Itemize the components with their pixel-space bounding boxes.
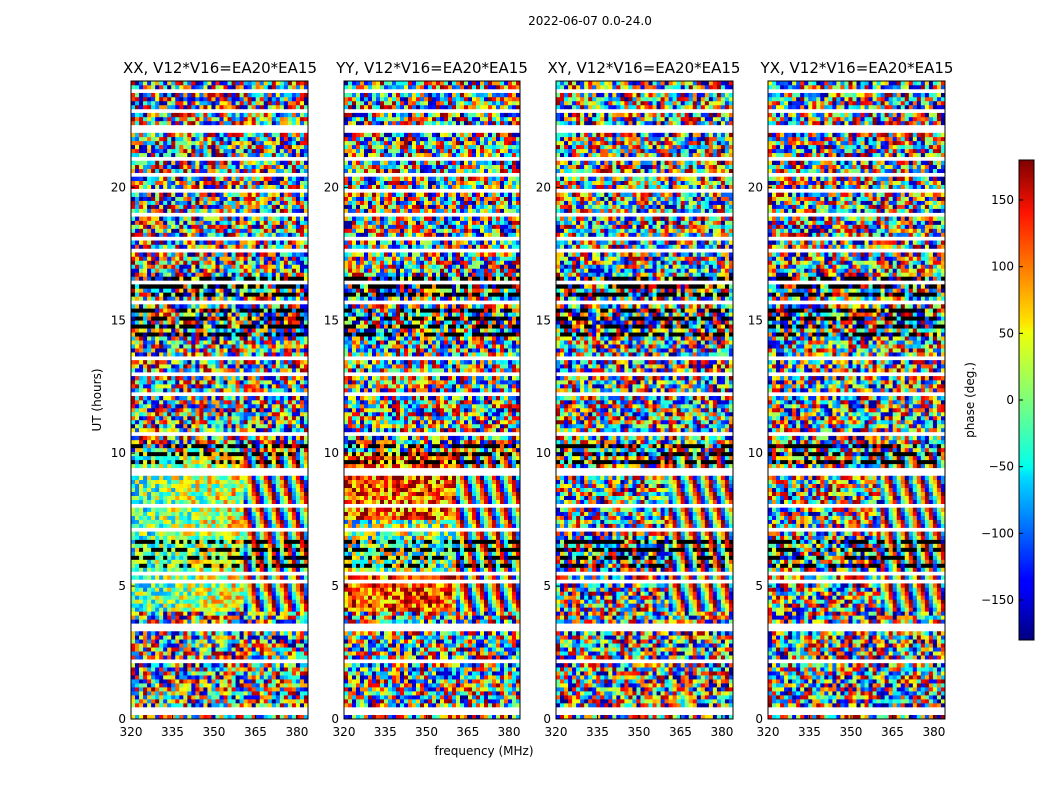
y-tick-label: 10 bbox=[324, 446, 339, 460]
colorbar-tick-label: 150 bbox=[991, 193, 1014, 207]
panel-xx: XX, V12*V16=EA20*EA15 320 335 350 365 380 0 5… bbox=[111, 59, 317, 739]
y-tick-label: 20 bbox=[324, 180, 339, 194]
colorbar: 150 100 50 0 −50 −100 −150 phase (deg.) bbox=[963, 159, 1035, 641]
colorbar-tick-label: 50 bbox=[999, 326, 1014, 340]
colorbar-tick-label: 0 bbox=[1006, 393, 1014, 407]
x-tick-label: 350 bbox=[840, 725, 863, 739]
y-tick-label: 5 bbox=[543, 579, 551, 593]
y-tick-label: 0 bbox=[118, 712, 126, 726]
x-tick-label: 365 bbox=[244, 725, 267, 739]
x-tick-label: 365 bbox=[456, 725, 479, 739]
x-tick-label: 335 bbox=[161, 725, 184, 739]
x-tick-label: 335 bbox=[586, 725, 609, 739]
y-tick-label: 5 bbox=[331, 579, 339, 593]
x-tick-label: 380 bbox=[285, 725, 308, 739]
phase-spectrogram-figure: XX, V12*V16=EA20*EA15 320 335 350 365 380 0 5… bbox=[90, 59, 1035, 758]
panel-title: YX, V12*V16=EA20*EA15 bbox=[760, 59, 954, 77]
x-tick-label: 335 bbox=[798, 725, 821, 739]
panel-title: XX, V12*V16=EA20*EA15 bbox=[123, 59, 317, 77]
y-tick-label: 20 bbox=[748, 180, 763, 194]
x-tick-label: 320 bbox=[120, 725, 143, 739]
x-tick-label: 335 bbox=[374, 725, 397, 739]
panel-yy: YY, V12*V16=EA20*EA15 320 335 350 365 380 0 5… bbox=[324, 59, 528, 739]
x-tick-label: 365 bbox=[669, 725, 692, 739]
x-tick-label: 380 bbox=[710, 725, 733, 739]
y-tick-label: 20 bbox=[536, 180, 551, 194]
y-tick-label: 15 bbox=[324, 313, 339, 327]
y-tick-label: 15 bbox=[748, 313, 763, 327]
panel-title: XY, V12*V16=EA20*EA15 bbox=[548, 59, 741, 77]
x-tick-label: 320 bbox=[333, 725, 356, 739]
heatmap-cells bbox=[131, 81, 309, 720]
y-tick-label: 5 bbox=[755, 579, 763, 593]
x-tick-label: 380 bbox=[498, 725, 521, 739]
heatmap-cells bbox=[556, 81, 734, 720]
heatmap-cells bbox=[768, 81, 946, 720]
y-tick-label: 10 bbox=[111, 446, 126, 460]
heatmap-cells bbox=[344, 81, 521, 720]
x-tick-label: 365 bbox=[881, 725, 904, 739]
y-tick-label: 10 bbox=[748, 446, 763, 460]
y-tick-label: 0 bbox=[331, 712, 339, 726]
x-tick-label: 380 bbox=[922, 725, 945, 739]
y-tick-label: 10 bbox=[536, 446, 551, 460]
panel-xy: XY, V12*V16=EA20*EA15 320 335 350 365 380 0 5… bbox=[536, 59, 741, 739]
x-tick-label: 320 bbox=[545, 725, 568, 739]
x-tick-label: 350 bbox=[628, 725, 651, 739]
colorbar-tick-label: 100 bbox=[991, 260, 1014, 274]
panel-title: YY, V12*V16=EA20*EA15 bbox=[335, 59, 528, 77]
x-tick-label: 320 bbox=[757, 725, 780, 739]
y-tick-label: 5 bbox=[118, 579, 126, 593]
x-axis-label: frequency (MHz) bbox=[434, 744, 533, 758]
x-tick-label: 350 bbox=[203, 725, 226, 739]
colorbar-tick-label: −150 bbox=[981, 593, 1014, 607]
colorbar-label: phase (deg.) bbox=[963, 362, 977, 438]
y-tick-label: 20 bbox=[111, 180, 126, 194]
x-tick-label: 350 bbox=[415, 725, 438, 739]
y-tick-label: 15 bbox=[536, 313, 551, 327]
y-tick-label: 0 bbox=[755, 712, 763, 726]
y-tick-label: 0 bbox=[543, 712, 551, 726]
colorbar-tick-label: −50 bbox=[989, 460, 1014, 474]
y-tick-label: 15 bbox=[111, 313, 126, 327]
colorbar-tick-label: −100 bbox=[981, 526, 1014, 540]
colorbar-ticks: 150 100 50 0 −50 −100 −150 bbox=[981, 193, 1023, 607]
y-axis-label: UT (hours) bbox=[90, 368, 104, 431]
panel-yx: YX, V12*V16=EA20*EA15 320 335 350 365 380 0 5… bbox=[748, 59, 954, 739]
